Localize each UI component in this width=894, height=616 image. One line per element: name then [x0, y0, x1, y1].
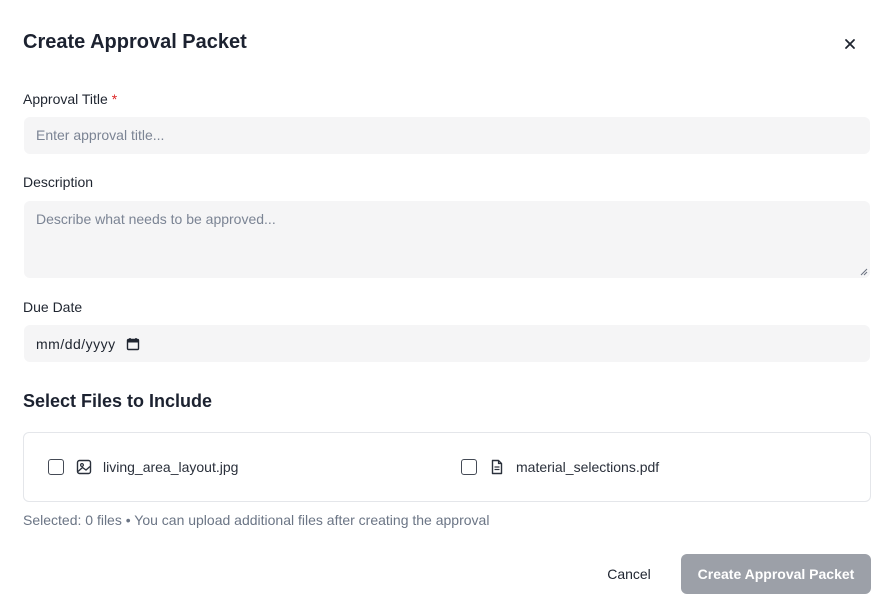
approval-title-label-text: Approval Title	[23, 91, 108, 107]
approval-title-placeholder: Enter approval title...	[36, 127, 165, 143]
file-checkbox[interactable]	[461, 459, 477, 475]
create-approval-button[interactable]: Create Approval Packet	[681, 554, 871, 594]
file-checkbox[interactable]	[48, 459, 64, 475]
description-placeholder: Describe what needs to be approved...	[36, 211, 276, 227]
selection-status: Selected: 0 files • You can upload addit…	[23, 512, 490, 528]
dialog-title: Create Approval Packet	[23, 31, 247, 53]
resize-handle-icon[interactable]	[859, 267, 868, 276]
required-mark: *	[111, 91, 118, 107]
file-name: living_area_layout.jpg	[103, 459, 239, 475]
cancel-button[interactable]: Cancel	[592, 556, 666, 592]
approval-title-input[interactable]: Enter approval title...	[24, 117, 870, 154]
due-date-label: Due Date	[23, 299, 83, 315]
close-button[interactable]	[836, 30, 864, 58]
due-date-input[interactable]: mm/dd/yyyy	[24, 325, 870, 362]
approval-title-label: Approval Title *	[23, 91, 117, 107]
file-item-material-selections[interactable]: material_selections.pdf	[461, 433, 659, 501]
document-icon	[489, 459, 505, 475]
create-approval-dialog: Create Approval Packet Approval Title * …	[0, 0, 894, 616]
image-icon	[76, 459, 92, 475]
files-section-title: Select Files to Include	[23, 391, 213, 411]
file-name: material_selections.pdf	[516, 459, 660, 475]
description-textarea[interactable]: Describe what needs to be approved...	[24, 201, 870, 278]
close-icon	[845, 39, 855, 49]
calendar-icon[interactable]	[126, 337, 140, 351]
due-date-placeholder: mm/dd/yyyy	[36, 335, 116, 352]
file-item-living-area-layout[interactable]: living_area_layout.jpg	[48, 433, 238, 501]
files-list: living_area_layout.jpg material_selectio…	[23, 432, 871, 502]
description-label: Description	[23, 174, 94, 190]
